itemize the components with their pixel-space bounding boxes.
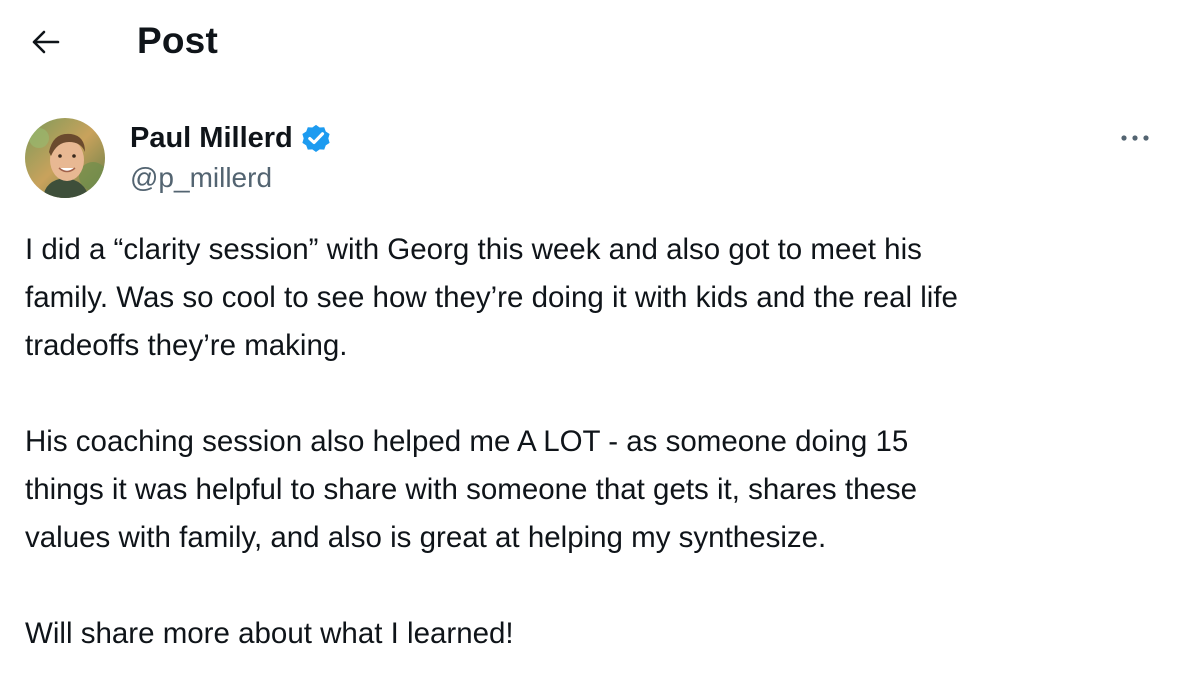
- back-button[interactable]: [22, 22, 70, 62]
- avatar[interactable]: [25, 118, 105, 198]
- author-name[interactable]: Paul Millerd: [130, 120, 293, 156]
- avatar-image: [25, 118, 105, 198]
- author-handle[interactable]: @p_millerd: [130, 160, 272, 196]
- author-row: Paul Millerd @p_millerd: [25, 118, 1155, 198]
- post-paragraph: I did a “clarity session” with Georg thi…: [25, 233, 958, 362]
- post-paragraph: Will share more about what I learned!: [25, 617, 514, 650]
- header: Post: [0, 0, 1186, 84]
- ellipsis-icon: [1121, 135, 1149, 141]
- post-text: I did a “clarity session” with Georg thi…: [25, 226, 1165, 658]
- more-options-button[interactable]: [1115, 120, 1155, 156]
- arrow-left-icon: [32, 30, 60, 54]
- verified-badge-icon: [302, 124, 330, 153]
- post-paragraph: His coaching session also helped me A LO…: [25, 425, 918, 554]
- author-name-row: Paul Millerd: [130, 120, 333, 156]
- post-page: Post Paul Millerd @p_millerd I did a “cl…: [0, 0, 1186, 674]
- page-title: Post: [137, 20, 218, 61]
